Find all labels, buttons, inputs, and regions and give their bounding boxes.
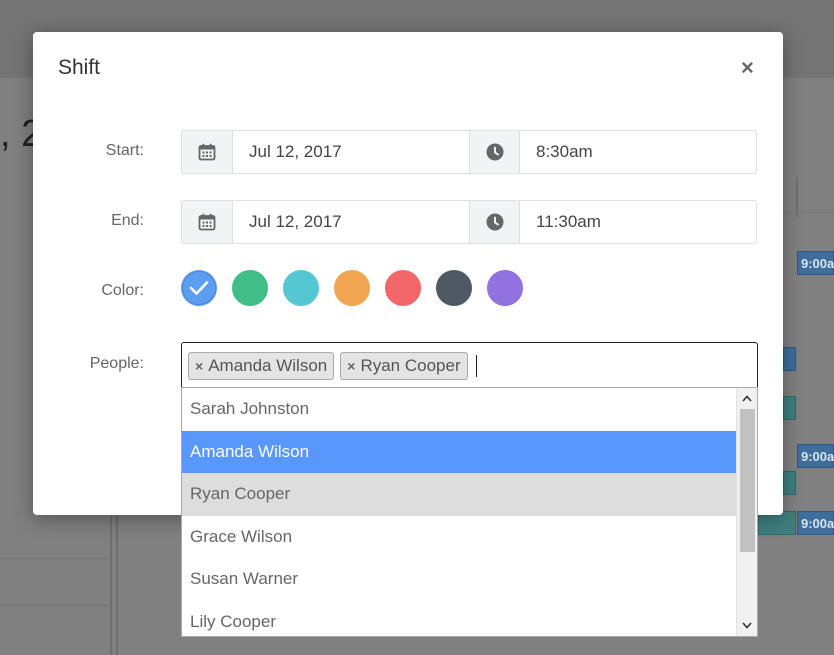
start-time-input[interactable]: 8:30am [520, 131, 756, 173]
calendar-icon[interactable] [182, 131, 233, 173]
calendar-icon[interactable] [182, 201, 233, 243]
search-input-caret[interactable] [475, 355, 477, 377]
selected-person-tag: × Ryan Cooper [340, 352, 468, 380]
selected-person-tag: × Amanda Wilson [188, 352, 335, 380]
tag-label: Ryan Cooper [360, 356, 461, 375]
start-date-input[interactable]: Jul 12, 2017 [233, 131, 469, 173]
grid-line [116, 515, 118, 655]
color-swatch-dark-gray[interactable] [436, 270, 472, 306]
scrollbar-thumb[interactable] [740, 409, 755, 552]
clock-icon[interactable] [469, 131, 520, 173]
list-item[interactable]: Sarah Johnston [182, 388, 736, 431]
start-datetime-group: Jul 12, 2017 8:30am [181, 130, 757, 174]
remove-tag-icon[interactable]: × [195, 358, 203, 374]
background-event[interactable]: 9:00a [797, 444, 834, 468]
background-event[interactable]: 9:00a [797, 511, 834, 535]
end-date-input[interactable]: Jul 12, 2017 [233, 201, 469, 243]
scrollbar[interactable] [736, 388, 757, 636]
grid-line [0, 605, 110, 606]
scroll-down-icon[interactable] [737, 615, 757, 635]
end-datetime-group: Jul 12, 2017 11:30am [181, 200, 757, 244]
remove-tag-icon[interactable]: × [347, 358, 355, 374]
background-event[interactable] [783, 396, 796, 420]
grid-line [783, 212, 834, 213]
options-list: Sarah Johnston Amanda Wilson Ryan Cooper… [182, 388, 736, 637]
check-icon [189, 281, 209, 295]
background-event[interactable] [783, 471, 796, 495]
color-swatch-red[interactable] [385, 270, 421, 306]
color-swatch-orange[interactable] [334, 270, 370, 306]
scroll-up-icon[interactable] [737, 388, 757, 408]
people-dropdown: Sarah Johnston Amanda Wilson Ryan Cooper… [181, 387, 758, 637]
color-swatch-teal[interactable] [283, 270, 319, 306]
grid-line [0, 558, 110, 559]
clock-icon[interactable] [469, 201, 520, 243]
list-item[interactable]: Susan Warner [182, 558, 736, 601]
color-swatch-purple[interactable] [487, 270, 523, 306]
dialog-title: Shift [58, 56, 101, 79]
background-event[interactable] [783, 347, 796, 371]
people-label: People: [89, 355, 144, 372]
list-item[interactable]: Amanda Wilson [182, 430, 736, 473]
color-picker [181, 270, 538, 306]
tag-label: Amanda Wilson [208, 356, 328, 375]
people-multiselect[interactable]: × Amanda Wilson × Ryan Cooper [181, 342, 758, 390]
end-label: End: [111, 212, 144, 229]
list-item[interactable]: Lily Cooper [182, 601, 736, 637]
list-item[interactable]: Ryan Cooper [182, 473, 736, 516]
color-label: Color: [101, 282, 144, 299]
end-time-input[interactable]: 11:30am [520, 201, 756, 243]
color-swatch-blue[interactable] [181, 270, 217, 306]
start-label: Start: [105, 142, 144, 159]
color-swatch-green[interactable] [232, 270, 268, 306]
background-event[interactable]: 9:00a [797, 251, 834, 275]
list-item[interactable]: Grace Wilson [182, 516, 736, 559]
close-icon[interactable]: × [741, 56, 754, 80]
grid-line [110, 515, 112, 655]
